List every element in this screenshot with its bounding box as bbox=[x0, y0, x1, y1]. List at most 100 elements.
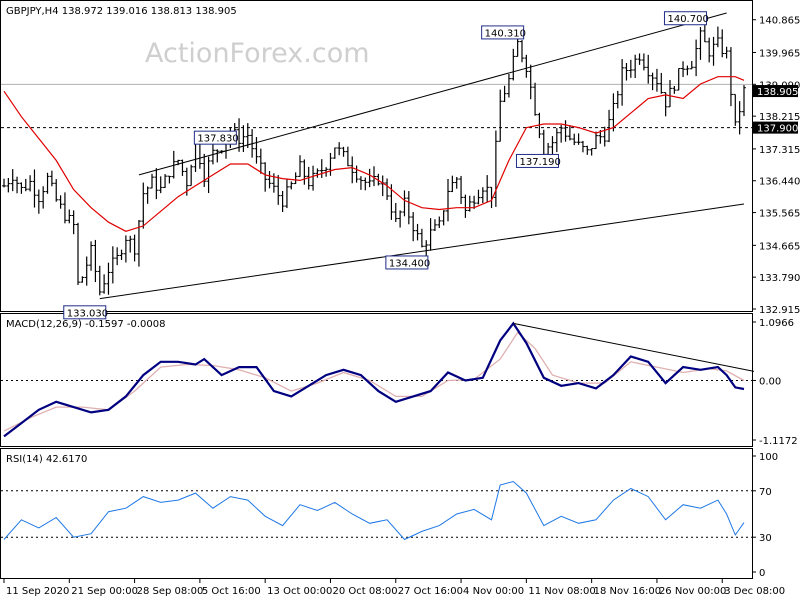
price-bar bbox=[267, 171, 272, 189]
price-bar bbox=[441, 210, 446, 226]
price-bar bbox=[36, 189, 41, 214]
price-bar bbox=[502, 85, 507, 103]
rsi-y-tick-label: 70 bbox=[759, 487, 772, 498]
price-bar bbox=[280, 190, 285, 213]
price-bar bbox=[402, 190, 407, 217]
price-bar bbox=[241, 125, 246, 153]
price-bar bbox=[189, 164, 194, 187]
price-label-4: 134.400 bbox=[385, 255, 430, 270]
macd-y-tick-label: 1.0966 bbox=[759, 318, 794, 329]
price-bar bbox=[89, 241, 94, 271]
price-bar bbox=[506, 73, 511, 98]
price-bar bbox=[585, 145, 590, 155]
price-bar bbox=[685, 65, 690, 76]
price-bar bbox=[67, 209, 72, 224]
price-bar bbox=[485, 175, 490, 203]
price-bar bbox=[28, 175, 33, 192]
price-y-tick-label: 135.565 bbox=[759, 209, 800, 220]
price-bar bbox=[345, 146, 350, 167]
price-bar bbox=[554, 128, 559, 153]
price-bar bbox=[276, 175, 281, 205]
price-bar bbox=[141, 182, 146, 229]
price-bar bbox=[49, 170, 54, 187]
chart-window: ActionForex.com GBPJPY,H4 138.972 139.01… bbox=[0, 0, 800, 597]
price-bar bbox=[432, 219, 437, 231]
macd-y-tick-label: -1.1172 bbox=[759, 436, 798, 447]
price-bar bbox=[84, 256, 89, 286]
price-bar bbox=[480, 187, 485, 204]
price-bar bbox=[19, 182, 24, 194]
price-bar bbox=[724, 46, 729, 59]
macd-y-tick-label: 0.00 bbox=[759, 376, 781, 387]
price-bar bbox=[524, 54, 529, 78]
rsi-plot bbox=[1, 480, 752, 541]
price-bar bbox=[367, 168, 372, 188]
price-bar bbox=[110, 246, 115, 284]
price-plot: 140.310 140.700 137.830 137.190 134.400 133.0… bbox=[1, 11, 752, 320]
price-bar bbox=[476, 189, 481, 205]
price-bar bbox=[128, 235, 133, 253]
price-bar bbox=[158, 176, 163, 194]
price-bar bbox=[707, 37, 712, 63]
price-bar bbox=[167, 175, 172, 184]
x-tick-label: 27 Oct 16:00 bbox=[398, 586, 463, 597]
price-bar bbox=[293, 172, 298, 185]
price-bar bbox=[119, 249, 124, 261]
level-label: 137.900 bbox=[757, 124, 798, 135]
price-bar bbox=[437, 216, 442, 229]
price-bar bbox=[154, 168, 159, 200]
price-bar bbox=[428, 218, 433, 251]
price-bar bbox=[406, 191, 411, 225]
price-bar bbox=[415, 223, 420, 241]
price-bar bbox=[385, 178, 390, 201]
x-tick-label: 18 Nov 16:00 bbox=[594, 586, 661, 597]
price-bar bbox=[2, 178, 6, 188]
price-bar bbox=[624, 62, 629, 81]
price-bar bbox=[315, 168, 320, 178]
price-bar bbox=[132, 234, 137, 262]
price-bar bbox=[572, 133, 577, 146]
price-bar bbox=[311, 165, 316, 191]
x-tick-label: 13 Oct 00:00 bbox=[267, 586, 332, 597]
price-bar bbox=[419, 228, 424, 248]
price-bar bbox=[533, 82, 538, 116]
price-bar bbox=[663, 92, 668, 117]
rsi-y-tick-label: 30 bbox=[759, 533, 772, 544]
moving-average-line bbox=[3, 76, 745, 232]
price-bar bbox=[454, 177, 459, 189]
price-label-text: 134.400 bbox=[389, 258, 430, 269]
price-bar bbox=[715, 26, 720, 48]
price-bar bbox=[694, 39, 699, 77]
price-y-tick-label: 137.315 bbox=[759, 145, 800, 156]
macd-line bbox=[3, 321, 745, 438]
price-bar bbox=[676, 68, 681, 91]
price-bar bbox=[650, 72, 655, 91]
price-bar bbox=[54, 179, 59, 202]
price-bar bbox=[328, 152, 333, 176]
price-bar bbox=[206, 156, 211, 194]
price-y-tick-label: 139.965 bbox=[759, 48, 800, 59]
x-tick-label: 11 Nov 08:00 bbox=[528, 586, 595, 597]
price-bar bbox=[202, 153, 207, 187]
rsi-header: RSI(14) 42.6170 bbox=[6, 454, 87, 465]
price-bar bbox=[633, 54, 638, 78]
price-bar bbox=[58, 195, 63, 209]
price-bar bbox=[97, 265, 102, 296]
current-price-label: 138.905 bbox=[757, 87, 798, 98]
x-tick-label: 28 Sep 08:00 bbox=[137, 586, 204, 597]
macd-trendline bbox=[513, 322, 755, 372]
price-bar bbox=[93, 239, 98, 283]
price-bar bbox=[145, 186, 150, 204]
rsi-y-tick-label: 0 bbox=[759, 568, 765, 579]
rsi-line bbox=[3, 480, 745, 541]
price-label-text: 140.310 bbox=[485, 28, 526, 39]
price-bar bbox=[76, 222, 80, 285]
price-label-3: 137.190 bbox=[515, 153, 561, 168]
price-bar bbox=[115, 247, 120, 266]
price-bar bbox=[350, 156, 355, 184]
price-bar bbox=[337, 142, 342, 156]
price-bar bbox=[467, 195, 472, 212]
price-label-5: 133.030 bbox=[63, 305, 108, 320]
x-tick-label: 26 Nov 00:00 bbox=[659, 586, 726, 597]
price-bar bbox=[450, 175, 455, 193]
